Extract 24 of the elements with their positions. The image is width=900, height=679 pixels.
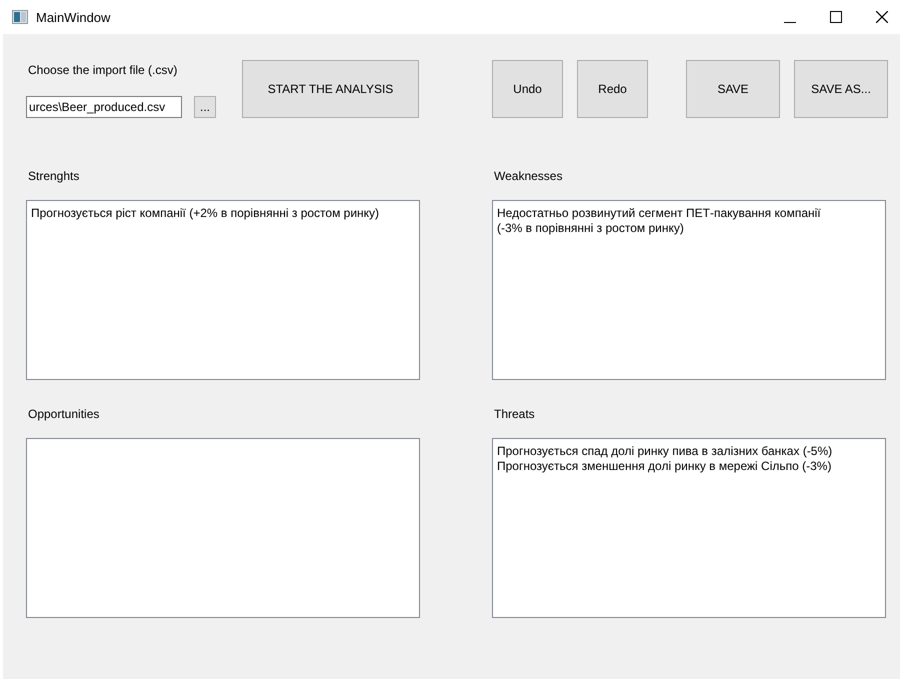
save-button[interactable]: SAVE bbox=[686, 60, 780, 118]
undo-button[interactable]: Undo bbox=[492, 60, 563, 118]
close-icon[interactable] bbox=[876, 11, 888, 23]
import-label: Choose the import file (.csv) bbox=[28, 63, 178, 77]
start-analysis-button[interactable]: START THE ANALYSIS bbox=[242, 60, 419, 118]
text-line: Прогнозується ріст компанії (+2% в порівнянні з ростом ринку) bbox=[31, 206, 380, 221]
text-line: Прогнозується спад долі ринку пива в залізних банках (-5%) bbox=[497, 444, 834, 459]
redo-button[interactable]: Redo bbox=[577, 60, 648, 118]
section-label: Strenghts bbox=[28, 169, 80, 183]
section-label: Threats bbox=[494, 407, 535, 421]
text-line: (-3% в порівнянні з ростом ринку) bbox=[497, 221, 685, 236]
section-label: Opportunities bbox=[28, 407, 100, 421]
section-label: Weaknesses bbox=[494, 169, 562, 183]
file-path-field[interactable]: urces\Beer_produced.csv bbox=[26, 96, 182, 118]
text-line: Недостатньо розвинутий сегмент ПЕТ-пакування компанії bbox=[497, 206, 822, 221]
app-icon bbox=[12, 10, 28, 24]
maximize-icon[interactable] bbox=[830, 11, 842, 23]
browse-button[interactable]: ... bbox=[194, 96, 216, 118]
text-area[interactable]: Прогнозується спад долі ринку пива в залізних банках (-5%) Прогнозується зменшення долі ринку в мережі Сільпо (-3%) bbox=[492, 438, 886, 618]
save-as-button[interactable]: SAVE AS... bbox=[794, 60, 888, 118]
text-area[interactable]: Прогнозується ріст компанії (+2% в порівнянні з ростом ринку) bbox=[26, 200, 420, 380]
text-area[interactable]: Недостатньо розвинутий сегмент ПЕТ-пакування компанії (-3% в порівнянні з ростом ринку) bbox=[492, 200, 886, 380]
text-line: Прогнозується зменшення долі ринку в мережі Сільпо (-3%) bbox=[497, 459, 832, 474]
window-title: MainWindow bbox=[36, 10, 110, 24]
